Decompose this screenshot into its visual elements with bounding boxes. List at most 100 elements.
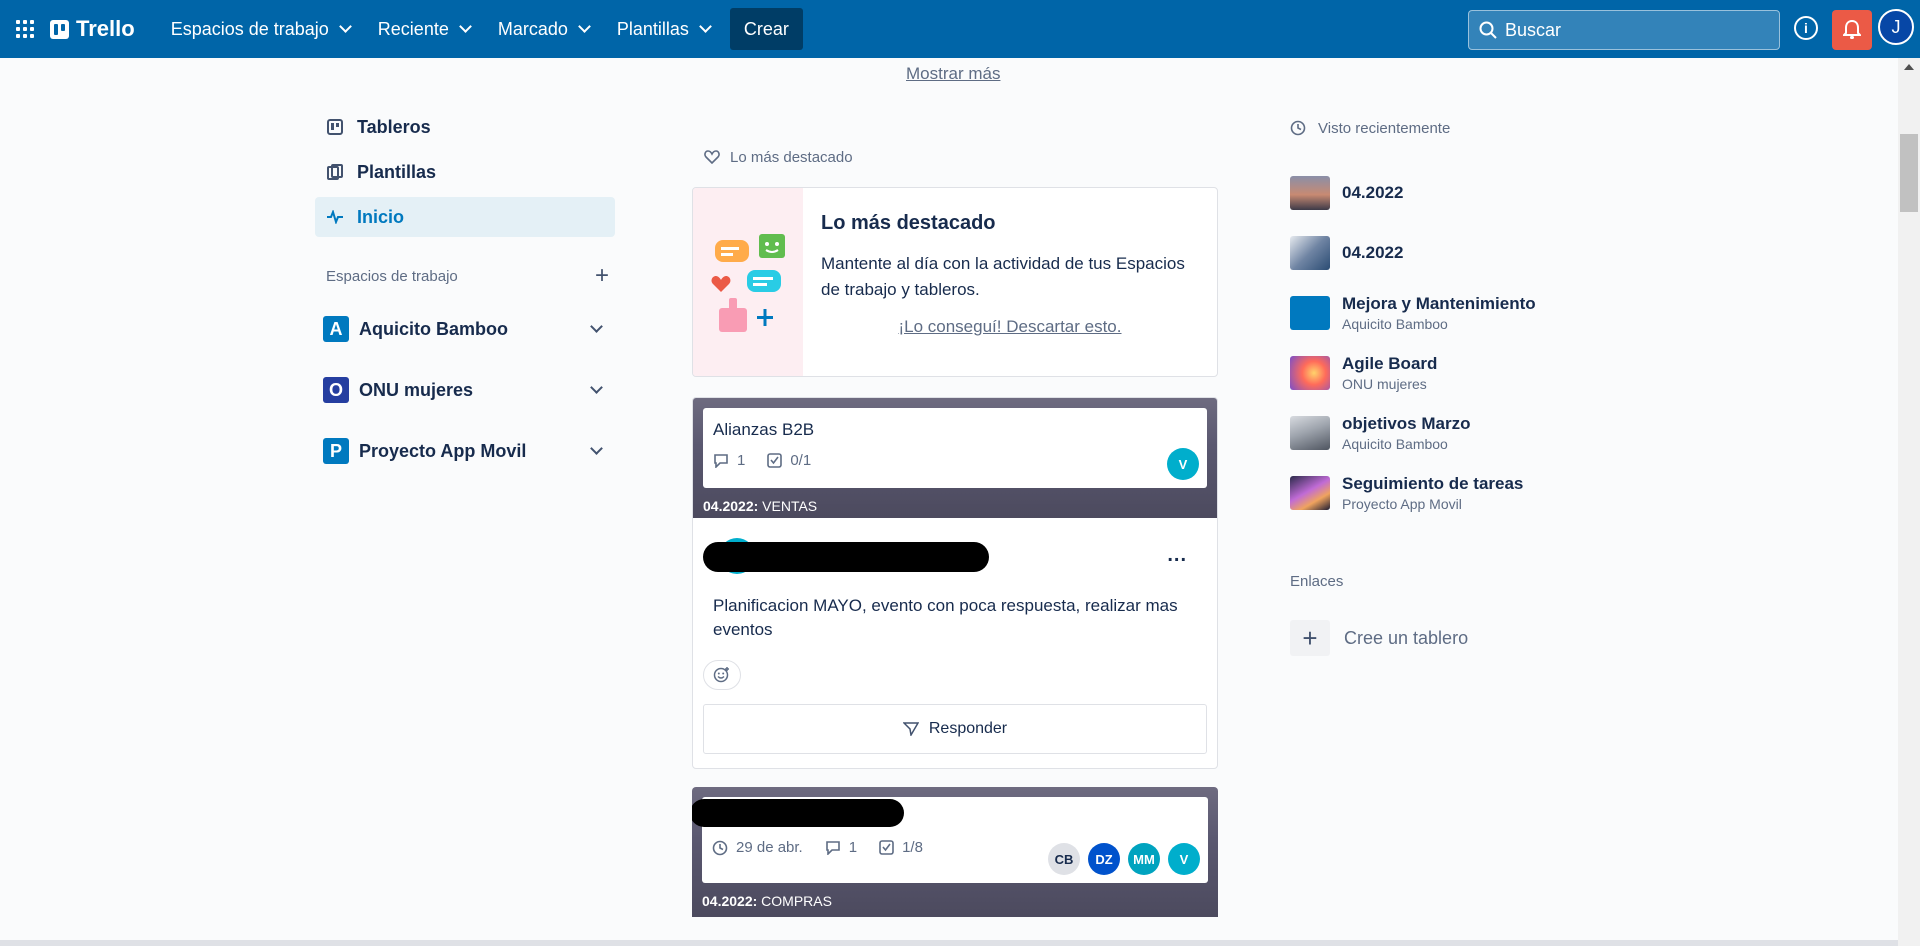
nav-starred-menu[interactable]: Marcado [484, 9, 603, 49]
comment-icon [714, 453, 728, 468]
board-thumbnail [1290, 416, 1330, 450]
checklist-badge: 1/8 [879, 839, 923, 856]
page-scrollbar[interactable] [1898, 58, 1920, 946]
recent-board-item[interactable]: Agile Board ONU mujeres [1290, 343, 1650, 403]
member-avatar[interactable]: CB [1048, 843, 1080, 875]
checklist-count: 0/1 [790, 452, 812, 469]
highlights-illustration [693, 188, 803, 376]
clock-icon [1290, 120, 1306, 136]
nav-templates-menu[interactable]: Plantillas [603, 9, 724, 49]
recent-boards-list: 04.2022 04.2022 Mejora y Mantenimiento A… [1290, 163, 1650, 523]
trello-card-preview[interactable]: 29 de abr. 1 1/8 CB DZ MM V [692, 797, 1208, 883]
activity-feed: Lo más destacado Lo más destacado Manten… [692, 145, 1218, 917]
template-icon [327, 164, 343, 180]
app-switcher-button[interactable] [0, 0, 50, 58]
search-box [1468, 10, 1780, 50]
checklist-icon [767, 453, 783, 468]
card-members: V [1167, 448, 1199, 480]
top-navigation-bar: Trello Espacios de trabajo Reciente Marc… [0, 0, 1920, 58]
board-workspace: Proyecto App Movil [1342, 496, 1462, 512]
workspaces-header-label: Espacios de trabajo [326, 267, 458, 285]
board-thumbnail [1290, 176, 1330, 210]
board-banner[interactable]: 29 de abr. 1 1/8 CB DZ MM V 04.2022: COM… [692, 787, 1218, 917]
create-button[interactable]: Crear [729, 8, 803, 50]
board-banner[interactable]: Alianzas B2B 1 0/1 V 04.2022: VENTAS [693, 398, 1217, 518]
sidebar-item-home[interactable]: Inicio [315, 197, 615, 237]
recent-board-item[interactable]: Mejora y Mantenimiento Aquicito Bamboo [1290, 283, 1650, 343]
comment-count: 1 [848, 839, 858, 856]
workspaces-header: Espacios de trabajo + [315, 261, 615, 291]
activity-pulse-icon [327, 209, 343, 225]
workspace-item-onu-mujeres[interactable]: O ONU mujeres [315, 367, 615, 413]
add-workspace-plus-icon[interactable]: + [595, 262, 609, 290]
info-icon[interactable]: i [1794, 16, 1818, 40]
clock-icon [712, 840, 728, 855]
recent-board-item[interactable]: Seguimiento de tareas Proyecto App Movil [1290, 463, 1650, 523]
nav-workspaces-label: Espacios de trabajo [170, 18, 329, 39]
comment-area: hace un día (editado) ... Planificacion … [693, 518, 1217, 768]
comment-more-options-icon[interactable]: ... [1167, 544, 1187, 567]
board-list-label[interactable]: 04.2022: COMPRAS [702, 893, 832, 909]
nav-starred-label: Marcado [497, 18, 568, 39]
nav-recent-menu[interactable]: Reciente [364, 9, 484, 49]
chevron-down-icon [458, 20, 472, 33]
board-workspace: Aquicito Bamboo [1342, 316, 1448, 332]
member-avatar[interactable]: DZ [1088, 843, 1120, 875]
highlights-text: Mantente al día con la actividad de tus … [821, 254, 1185, 299]
nav-recent-label: Reciente [377, 18, 449, 39]
board-thumbnail [1290, 296, 1330, 330]
left-sidebar: Tableros Plantillas Inicio Espacios de t… [315, 107, 615, 474]
board-name: 04.2022 [1342, 243, 1404, 262]
trello-logo[interactable]: Trello [50, 16, 135, 42]
reply-button[interactable]: Responder [703, 704, 1207, 754]
add-reaction-button[interactable] [703, 660, 741, 690]
user-avatar[interactable]: J [1878, 9, 1914, 45]
member-avatar[interactable]: MM [1128, 843, 1160, 875]
board-icon [327, 119, 343, 135]
checklist-count: 1/8 [902, 839, 923, 856]
workspace-item-aquicito-bamboo[interactable]: A Aquicito Bamboo [315, 306, 615, 352]
chevron-down-icon[interactable] [590, 441, 603, 455]
highlights-card: Lo más destacado Mantente al día con la … [692, 187, 1218, 377]
show-more-link[interactable]: Mostrar más [906, 64, 1000, 84]
board-workspace: Aquicito Bamboo [1342, 436, 1448, 452]
nav-templates-label: Plantillas [616, 18, 689, 39]
sidebar-item-boards[interactable]: Tableros [315, 107, 615, 147]
heart-icon [704, 150, 720, 164]
right-column: Visto recientemente 04.2022 04.2022 Mejo… [1290, 117, 1650, 656]
member-avatar[interactable]: V [1168, 843, 1200, 875]
feed-section-title: Lo más destacado [692, 145, 1218, 169]
comment-text: Planificacion MAYO, evento con poca resp… [713, 596, 1178, 639]
board-thumbnail [1290, 236, 1330, 270]
comment-count-badge: 1 [713, 452, 745, 469]
due-date: 29 de abr. [736, 839, 803, 856]
checklist-badge: 0/1 [767, 452, 811, 469]
scrollbar-thumb[interactable] [1900, 134, 1918, 212]
chevron-down-icon[interactable] [590, 380, 603, 394]
board-workspace: ONU mujeres [1342, 376, 1427, 392]
emoji-icon [713, 667, 729, 683]
workspace-item-proyecto-app-movil[interactable]: P Proyecto App Movil [315, 428, 615, 474]
recent-board-item[interactable]: 04.2022 [1290, 163, 1650, 223]
highlights-title: Lo más destacado [821, 212, 996, 234]
board-list-label[interactable]: 04.2022: VENTAS [703, 498, 817, 514]
search-input[interactable] [1505, 19, 1755, 41]
bottom-edge [0, 940, 1898, 946]
scroll-up-arrow-icon[interactable] [1904, 64, 1914, 70]
redacted-commenter-name [703, 542, 989, 572]
workspace-tile: A [323, 316, 349, 342]
sidebar-item-templates[interactable]: Plantillas [315, 152, 615, 192]
recent-board-item[interactable]: 04.2022 [1290, 223, 1650, 283]
nav-workspaces-menu[interactable]: Espacios de trabajo [157, 9, 364, 49]
workspace-tile: P [323, 438, 349, 464]
chevron-down-icon[interactable] [590, 319, 603, 333]
notifications-button[interactable] [1832, 10, 1872, 50]
recent-board-item[interactable]: objetivos Marzo Aquicito Bamboo [1290, 403, 1650, 463]
bell-icon [1843, 20, 1861, 39]
dismiss-highlights-link[interactable]: ¡Lo conseguí! Descartar esto. [821, 317, 1199, 337]
links-header: Enlaces [1290, 573, 1344, 590]
member-avatar[interactable]: V [1167, 448, 1199, 480]
card-members: CB DZ MM V [1048, 843, 1200, 875]
trello-card-preview[interactable]: Alianzas B2B 1 0/1 V [703, 408, 1207, 488]
create-board-link[interactable]: + Cree un tablero [1290, 620, 1650, 656]
